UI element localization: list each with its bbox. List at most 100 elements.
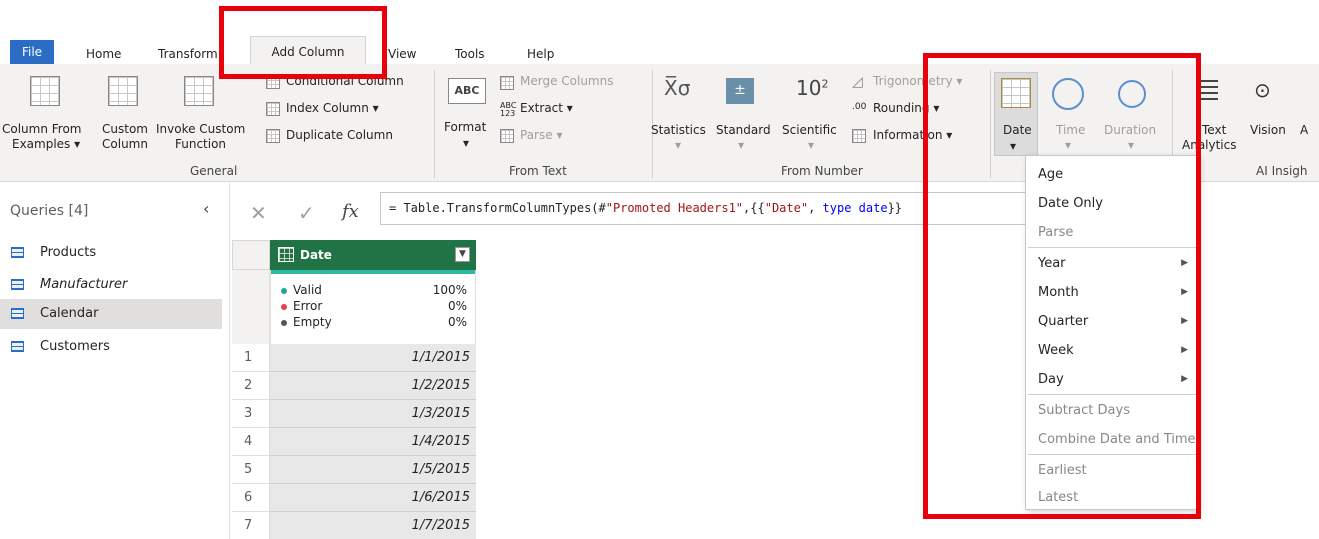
index-column-icon bbox=[266, 102, 280, 116]
quality-value: 0% bbox=[447, 315, 467, 329]
ai-extra-button[interactable]: A bbox=[1300, 123, 1308, 137]
index-column-button[interactable]: Index Column ▾ bbox=[286, 101, 379, 115]
statistics-dropdown-icon: ▾ bbox=[675, 138, 682, 152]
custom-column-icon bbox=[108, 76, 138, 106]
invoke-function-icon bbox=[184, 76, 214, 106]
ribbon-divider bbox=[434, 70, 435, 178]
duplicate-column-button[interactable]: Duplicate Column bbox=[286, 128, 393, 142]
formula-text: ,{{ bbox=[743, 201, 765, 215]
date-cell[interactable]: 1/7/2015 bbox=[270, 512, 476, 539]
tab-tools[interactable]: Tools bbox=[455, 44, 485, 64]
row-number: 5 bbox=[232, 456, 270, 484]
tab-file[interactable]: File bbox=[10, 40, 54, 64]
invoke-custom-label-2: Function bbox=[175, 137, 227, 151]
table-row[interactable]: 5 1/5/2015 bbox=[232, 456, 476, 484]
query-customers[interactable]: Customers bbox=[0, 332, 222, 362]
parse-button[interactable]: Parse ▾ bbox=[520, 128, 562, 142]
duplicate-column-icon bbox=[266, 129, 280, 143]
table-row[interactable]: 6 1/6/2015 bbox=[232, 484, 476, 512]
vision-button[interactable]: Vision bbox=[1250, 123, 1286, 137]
formula-text: , bbox=[808, 201, 823, 215]
quality-valid: Valid 100% bbox=[281, 283, 467, 297]
error-dot-icon bbox=[281, 303, 287, 310]
data-grid: Date ▼ Valid 100% Error 0% Empty 0% 1 1/1/20… bbox=[232, 240, 476, 539]
tab-view[interactable]: View bbox=[388, 44, 416, 64]
date-cell[interactable]: 1/3/2015 bbox=[270, 400, 476, 428]
table-row[interactable]: 3 1/3/2015 bbox=[232, 400, 476, 428]
column-header-date[interactable]: Date ▼ bbox=[270, 240, 476, 270]
commit-icon[interactable]: ✓ bbox=[298, 201, 315, 225]
column-header-label: Date bbox=[300, 248, 332, 262]
queries-pane: Queries [4] ‹ Products Manufacturer Cale… bbox=[0, 183, 230, 539]
quality-label: Empty bbox=[293, 315, 332, 329]
table-row[interactable]: 1 1/1/2015 bbox=[232, 344, 476, 372]
formula-text: = Table.TransformColumnTypes(# bbox=[389, 201, 606, 215]
table-row[interactable]: 7 1/7/2015 bbox=[232, 512, 476, 539]
row-number: 1 bbox=[232, 344, 270, 372]
scientific-dropdown-icon: ▾ bbox=[808, 138, 815, 152]
quality-value: 100% bbox=[432, 283, 467, 297]
table-row[interactable]: 2 1/2/2015 bbox=[232, 372, 476, 400]
group-label-general: General bbox=[190, 164, 238, 178]
standard-dropdown-icon: ▾ bbox=[738, 138, 745, 152]
merge-columns-button[interactable]: Merge Columns bbox=[520, 74, 613, 88]
quality-error: Error 0% bbox=[281, 299, 467, 313]
table-icon bbox=[11, 341, 24, 352]
column-quality: Valid 100% Error 0% Empty 0% bbox=[270, 270, 476, 344]
tab-transform[interactable]: Transform bbox=[158, 44, 218, 64]
scientific-label: Scientific bbox=[782, 123, 837, 137]
format-label: Format bbox=[444, 120, 487, 134]
statistics-icon: X̅σ bbox=[664, 76, 691, 100]
date-type-icon[interactable] bbox=[278, 247, 294, 262]
quality-value: 0% bbox=[447, 299, 467, 313]
date-cell[interactable]: 1/2/2015 bbox=[270, 372, 476, 400]
filter-dropdown-icon[interactable]: ▼ bbox=[455, 247, 470, 262]
format-dropdown-icon: ▾ bbox=[463, 136, 470, 150]
extract-button[interactable]: Extract ▾ bbox=[520, 101, 573, 115]
eye-icon: ⊙ bbox=[1254, 78, 1271, 102]
scientific-icon: 102 bbox=[796, 76, 829, 100]
format-icon: ABC bbox=[448, 78, 486, 104]
tab-help[interactable]: Help bbox=[527, 44, 554, 64]
date-cell[interactable]: 1/6/2015 bbox=[270, 484, 476, 512]
table-icon bbox=[11, 247, 24, 258]
date-cell[interactable]: 1/1/2015 bbox=[270, 344, 476, 372]
rounding-icon: .00 bbox=[852, 102, 867, 112]
row-number: 4 bbox=[232, 428, 270, 456]
statistics-label: Statistics bbox=[651, 123, 706, 137]
text-analytics-button[interactable]: Text bbox=[1202, 123, 1226, 137]
tab-home[interactable]: Home bbox=[86, 44, 121, 64]
row-number: 6 bbox=[232, 484, 270, 512]
group-label-from-number: From Number bbox=[781, 164, 863, 178]
group-label-ai-insights: AI Insigh bbox=[1256, 164, 1308, 178]
trigonometry-icon: ◿ bbox=[852, 74, 863, 90]
highlight-box-add-column bbox=[219, 6, 387, 79]
extract-icon: ABC 123 bbox=[500, 101, 517, 118]
query-label: Manufacturer bbox=[40, 277, 128, 292]
table-menu-icon[interactable] bbox=[232, 240, 270, 270]
query-calendar[interactable]: Calendar bbox=[0, 299, 222, 329]
column-from-examples-label-2: Examples ▾ bbox=[12, 137, 81, 151]
query-manufacturer[interactable]: Manufacturer bbox=[0, 270, 222, 300]
quality-empty: Empty 0% bbox=[281, 315, 467, 329]
date-cell[interactable]: 1/4/2015 bbox=[270, 428, 476, 456]
cancel-icon[interactable]: ✕ bbox=[250, 201, 267, 225]
custom-column-label: Custom bbox=[102, 122, 148, 136]
column-from-examples-icon bbox=[30, 76, 60, 106]
chevron-left-icon[interactable]: ‹ bbox=[203, 199, 209, 218]
row-number: 3 bbox=[232, 400, 270, 428]
date-cell[interactable]: 1/5/2015 bbox=[270, 456, 476, 484]
standard-label: Standard bbox=[716, 123, 771, 137]
quality-label: Error bbox=[293, 299, 323, 313]
query-label: Customers bbox=[40, 339, 110, 354]
row-number: 2 bbox=[232, 372, 270, 400]
row-number-gutter bbox=[232, 270, 270, 344]
empty-dot-icon bbox=[281, 319, 287, 326]
custom-column-label-2: Column bbox=[102, 137, 148, 151]
queries-title: Queries [4] bbox=[10, 203, 89, 219]
formula-string: "Date" bbox=[764, 201, 809, 215]
table-row[interactable]: 4 1/4/2015 bbox=[232, 428, 476, 456]
table-icon bbox=[11, 308, 24, 319]
query-products[interactable]: Products bbox=[0, 238, 222, 268]
formula-text: }} bbox=[887, 201, 903, 215]
